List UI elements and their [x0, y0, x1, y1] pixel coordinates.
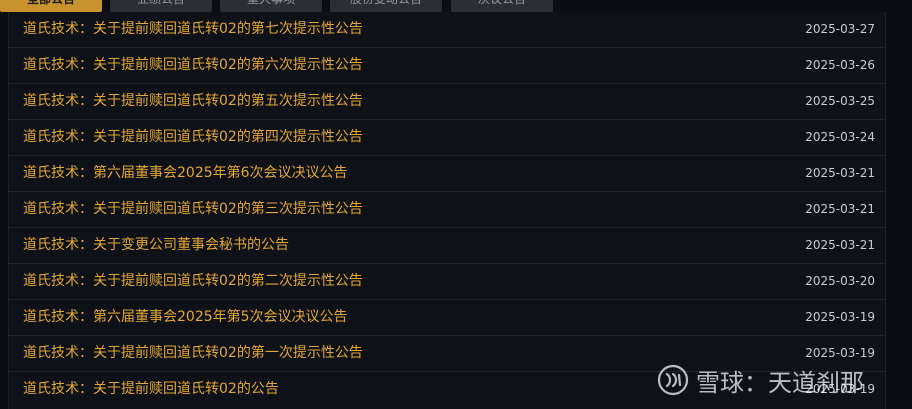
list-item[interactable]: 道氏技术：第六届董事会2025年第6次会议决议公告 2025-03-21 [9, 156, 885, 192]
tab-earnings-announcements[interactable]: 业绩公告 [110, 0, 212, 12]
announcement-date: 2025-03-21 [805, 166, 875, 180]
list-item[interactable]: 道氏技术：关于提前赎回道氏转02的第七次提示性公告 2025-03-27 [9, 12, 885, 48]
announcement-title[interactable]: 道氏技术：关于提前赎回道氏转02的第六次提示性公告 [23, 48, 363, 83]
announcement-date: 2025-03-27 [805, 22, 875, 36]
list-item[interactable]: 道氏技术：关于提前赎回道氏转02的第五次提示性公告 2025-03-25 [9, 84, 885, 120]
announcement-date: 2025-03-21 [805, 202, 875, 216]
watermark: 雪球：天道刹那 [656, 362, 864, 398]
announcement-tabs: 全部公告 业绩公告 重大事项 股份变动公告 决议公告 [0, 0, 912, 12]
list-item[interactable]: 道氏技术：关于提前赎回道氏转02的第四次提示性公告 2025-03-24 [9, 120, 885, 156]
announcement-title[interactable]: 道氏技术：关于提前赎回道氏转02的第五次提示性公告 [23, 84, 363, 119]
list-item[interactable]: 道氏技术：关于提前赎回道氏转02的第二次提示性公告 2025-03-20 [9, 264, 885, 300]
announcement-date: 2025-03-20 [805, 274, 875, 288]
announcement-title[interactable]: 道氏技术：关于提前赎回道氏转02的第四次提示性公告 [23, 120, 363, 155]
xueqiu-logo-icon [657, 364, 689, 396]
announcement-date: 2025-03-21 [805, 238, 875, 252]
list-item[interactable]: 道氏技术：关于变更公司董事会秘书的公告 2025-03-21 [9, 228, 885, 264]
announcement-title[interactable]: 道氏技术：关于提前赎回道氏转02的第七次提示性公告 [23, 12, 363, 47]
announcement-title[interactable]: 道氏技术：关于提前赎回道氏转02的公告 [23, 372, 279, 407]
announcement-title[interactable]: 道氏技术：第六届董事会2025年第6次会议决议公告 [23, 156, 348, 191]
announcement-title[interactable]: 道氏技术：关于提前赎回道氏转02的第一次提示性公告 [23, 336, 363, 371]
list-item[interactable]: 道氏技术：关于提前赎回道氏转02的第三次提示性公告 2025-03-21 [9, 192, 885, 228]
watermark-text: 雪球：天道刹那 [696, 368, 864, 397]
announcement-title[interactable]: 道氏技术：第六届董事会2025年第5次会议决议公告 [23, 300, 348, 335]
list-item[interactable]: 道氏技术：第六届董事会2025年第5次会议决议公告 2025-03-19 [9, 300, 885, 336]
announcement-title[interactable]: 道氏技术：关于提前赎回道氏转02的第二次提示性公告 [23, 264, 363, 299]
tab-resolutions[interactable]: 决议公告 [451, 0, 553, 12]
announcement-date: 2025-03-19 [805, 310, 875, 324]
list-item[interactable]: 道氏技术：关于提前赎回道氏转02的第六次提示性公告 2025-03-26 [9, 48, 885, 84]
announcement-list: 道氏技术：关于提前赎回道氏转02的第七次提示性公告 2025-03-27 道氏技… [8, 12, 886, 409]
tab-major-events[interactable]: 重大事项 [220, 0, 322, 12]
tab-share-changes[interactable]: 股份变动公告 [330, 0, 442, 12]
tab-all-announcements[interactable]: 全部公告 [0, 0, 102, 12]
announcement-title[interactable]: 道氏技术：关于提前赎回道氏转02的第三次提示性公告 [23, 192, 363, 227]
announcement-title[interactable]: 道氏技术：关于变更公司董事会秘书的公告 [23, 228, 289, 263]
announcement-date: 2025-03-26 [805, 58, 875, 72]
announcement-date: 2025-03-24 [805, 130, 875, 144]
announcement-date: 2025-03-25 [805, 94, 875, 108]
